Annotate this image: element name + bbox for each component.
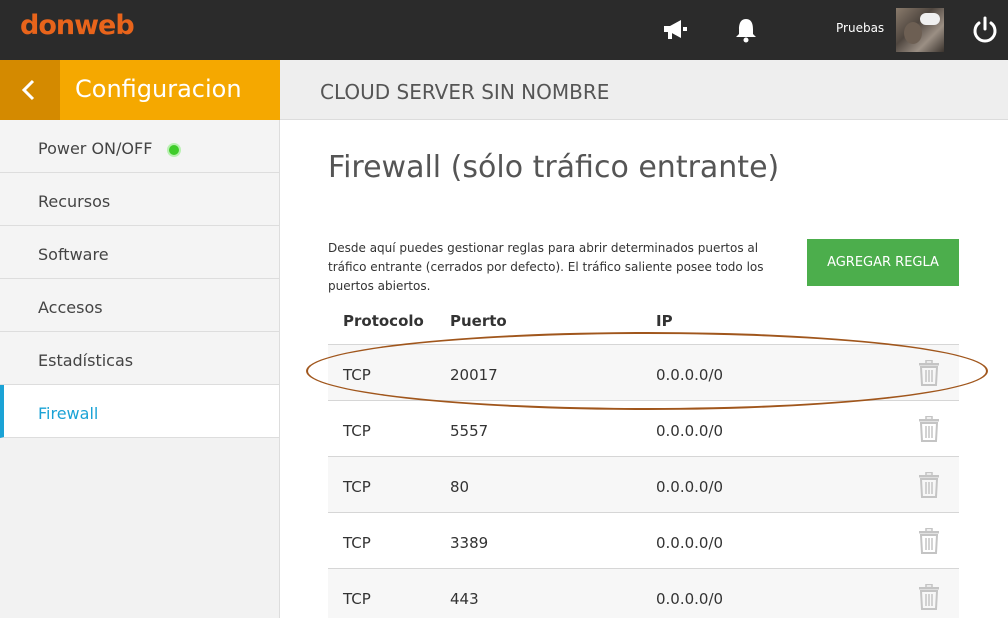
sidebar-item-label: Recursos — [38, 192, 111, 211]
table-row: TCP 20017 0.0.0.0/0 — [328, 345, 959, 401]
main-header: CLOUD SERVER SIN NOMBRE — [280, 60, 1008, 120]
sidebar-item-label: Software — [38, 245, 109, 264]
trash-icon[interactable] — [917, 583, 941, 610]
description-text: Desde aquí puedes gestionar reglas para … — [328, 241, 764, 293]
sidebar-item-recursos[interactable]: Recursos — [0, 173, 279, 226]
ip-cell: 0.0.0.0/0 — [656, 590, 724, 608]
table-row: TCP 443 0.0.0.0/0 — [328, 569, 959, 618]
megaphone-icon[interactable] — [660, 16, 690, 44]
ip-cell: 0.0.0.0/0 — [656, 366, 724, 384]
protocol-cell: TCP — [343, 534, 371, 552]
table-row: TCP 5557 0.0.0.0/0 — [328, 401, 959, 457]
ip-cell: 0.0.0.0/0 — [656, 478, 724, 496]
chevron-left-icon — [21, 79, 35, 101]
main-content: Firewall (sólo tráfico entrante) Desde a… — [280, 120, 1008, 618]
table-row: TCP 3389 0.0.0.0/0 — [328, 513, 959, 569]
column-header-ip: IP — [656, 312, 673, 330]
panel-header: Configuracion — [0, 60, 280, 120]
power-icon[interactable] — [970, 15, 1000, 43]
port-cell: 20017 — [450, 366, 498, 384]
add-rule-button[interactable]: AGREGAR REGLA — [807, 239, 959, 286]
column-header-port: Puerto — [450, 312, 507, 330]
user-name[interactable]: Pruebas — [836, 21, 884, 35]
protocol-cell: TCP — [343, 478, 371, 496]
protocol-cell: TCP — [343, 366, 371, 384]
sidebar-item-estadisticas[interactable]: Estadísticas — [0, 332, 279, 385]
port-cell: 5557 — [450, 422, 489, 440]
protocol-cell: TCP — [343, 422, 371, 440]
trash-icon[interactable] — [917, 527, 941, 554]
bell-icon[interactable] — [731, 16, 761, 44]
ip-cell: 0.0.0.0/0 — [656, 534, 724, 552]
trash-icon[interactable] — [917, 359, 941, 386]
table-header: Protocolo Puerto IP — [328, 302, 959, 345]
server-name: CLOUD SERVER SIN NOMBRE — [320, 80, 610, 104]
port-cell: 443 — [450, 590, 479, 608]
sidebar-item-label: Estadísticas — [38, 351, 134, 370]
status-indicator — [167, 143, 181, 157]
sidebar-item-label: Power ON/OFF — [38, 139, 153, 158]
sidebar-item-label: Firewall — [38, 404, 99, 423]
port-cell: 3389 — [450, 534, 489, 552]
page-title: Firewall (sólo tráfico entrante) — [328, 150, 780, 185]
logo[interactable]: donweb — [20, 10, 135, 41]
table-row: TCP 80 0.0.0.0/0 — [328, 457, 959, 513]
column-header-protocol: Protocolo — [343, 312, 424, 330]
back-button[interactable] — [0, 60, 60, 120]
trash-icon[interactable] — [917, 471, 941, 498]
sidebar-item-power[interactable]: Power ON/OFF — [0, 120, 279, 173]
sidebar: Power ON/OFF Recursos Software Accesos E… — [0, 120, 280, 618]
firewall-table: Protocolo Puerto IP TCP 20017 0.0.0.0/0 … — [328, 302, 959, 618]
sidebar-item-label: Accesos — [38, 298, 103, 317]
sidebar-item-firewall[interactable]: Firewall — [0, 385, 279, 438]
protocol-cell: TCP — [343, 590, 371, 608]
ip-cell: 0.0.0.0/0 — [656, 422, 724, 440]
port-cell: 80 — [450, 478, 470, 496]
sidebar-item-accesos[interactable]: Accesos — [0, 279, 279, 332]
top-bar: donweb Pruebas — [0, 0, 1008, 60]
trash-icon[interactable] — [917, 415, 941, 442]
panel-title: Configuracion — [75, 75, 242, 103]
sidebar-item-software[interactable]: Software — [0, 226, 279, 279]
avatar[interactable] — [896, 8, 944, 52]
